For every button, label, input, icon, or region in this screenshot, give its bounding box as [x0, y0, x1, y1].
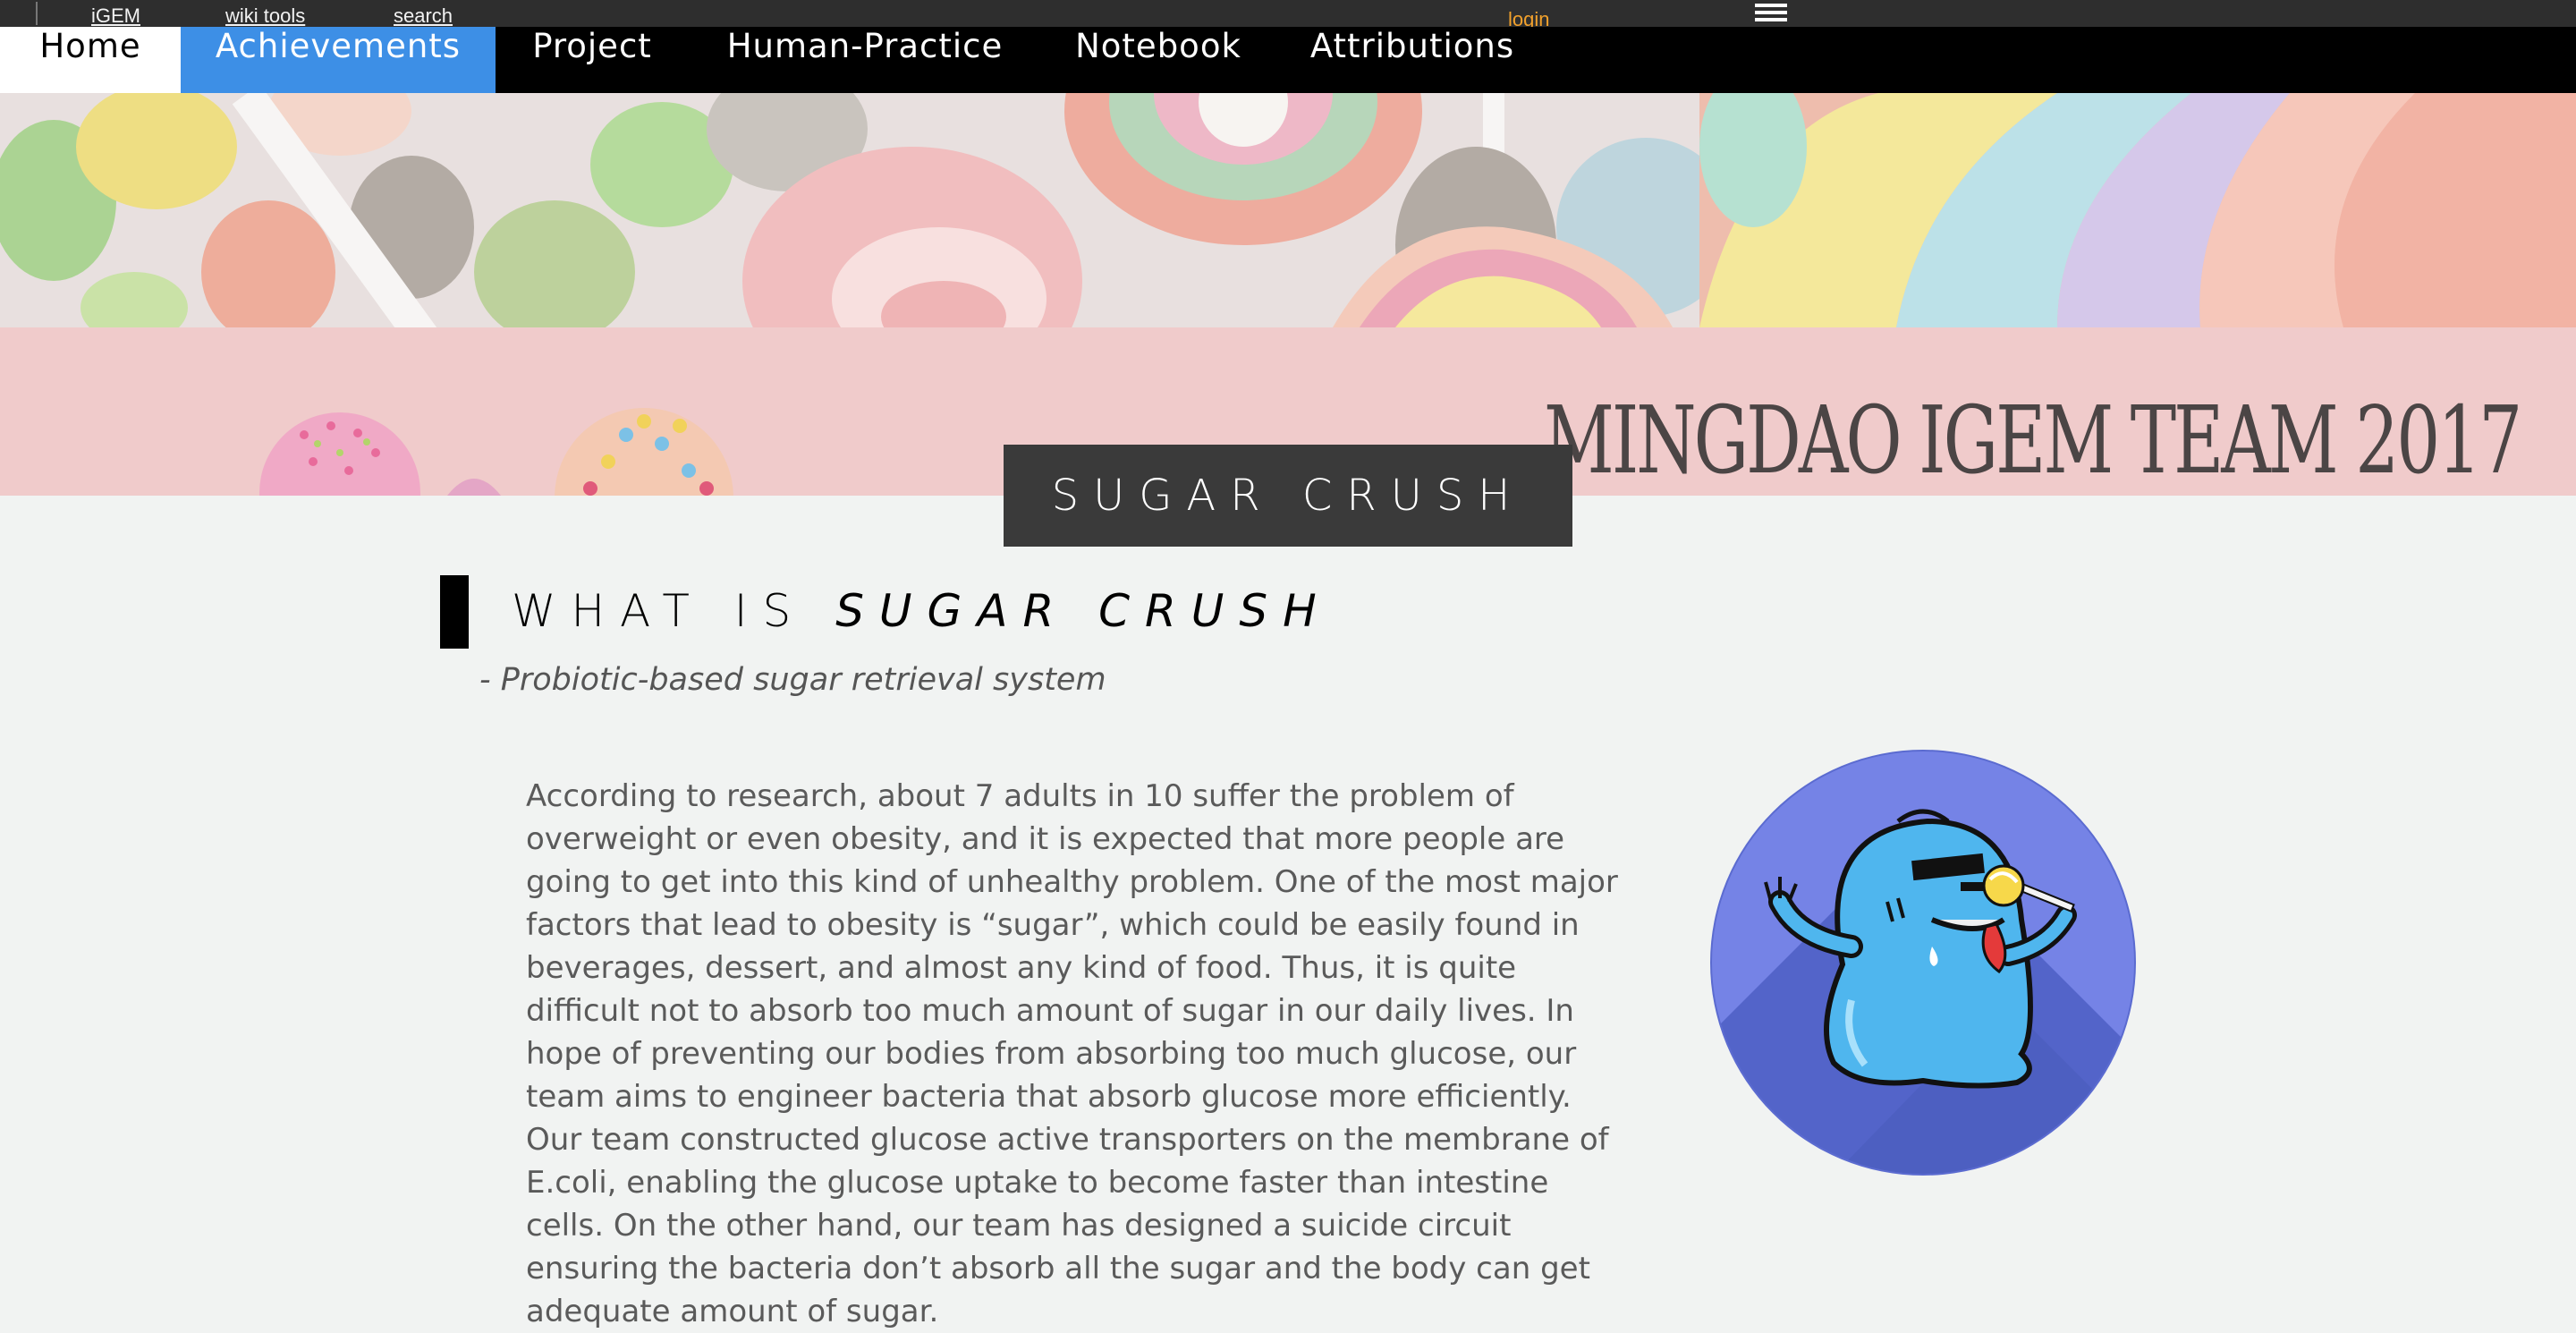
- wiki-bar-divider: [36, 2, 38, 25]
- wiki-tools-link[interactable]: wiki tools: [225, 4, 305, 28]
- candy-hero-image: [0, 93, 2576, 327]
- igem-link[interactable]: iGEM: [91, 4, 140, 28]
- main-navigation: Home Achievements Project Human-Practice…: [0, 27, 2576, 93]
- nav-home[interactable]: Home: [0, 27, 181, 93]
- section-heading: WHAT IS SUGAR CRUSH: [512, 585, 1332, 637]
- heading-emphasis: SUGAR CRUSH: [835, 585, 1332, 637]
- nav-project[interactable]: Project: [517, 27, 667, 93]
- sugar-crush-banner: SUGAR CRUSH: [1004, 445, 1572, 547]
- heading-prefix: WHAT IS: [512, 585, 807, 637]
- nav-notebook[interactable]: Notebook: [1064, 27, 1252, 93]
- heading-accent-bar: [440, 575, 469, 649]
- intro-paragraph: According to research, about 7 adults in…: [526, 778, 1618, 1329]
- nav-human-practice[interactable]: Human-Practice: [721, 27, 1009, 93]
- section-subtitle: - Probiotic-based sugar retrieval system: [479, 662, 1106, 698]
- mascot-illustration: [1710, 750, 2136, 1176]
- team-title: MINGDAO IGEM TEAM 2017: [1544, 386, 2522, 495]
- igem-wiki-bar: iGEM wiki tools search login: [0, 0, 2576, 30]
- search-link[interactable]: search: [394, 4, 453, 28]
- nav-attributions[interactable]: Attributions: [1308, 27, 1517, 93]
- nav-achievements[interactable]: Achievements: [181, 27, 496, 93]
- hamburger-menu-icon[interactable]: [1755, 4, 1787, 25]
